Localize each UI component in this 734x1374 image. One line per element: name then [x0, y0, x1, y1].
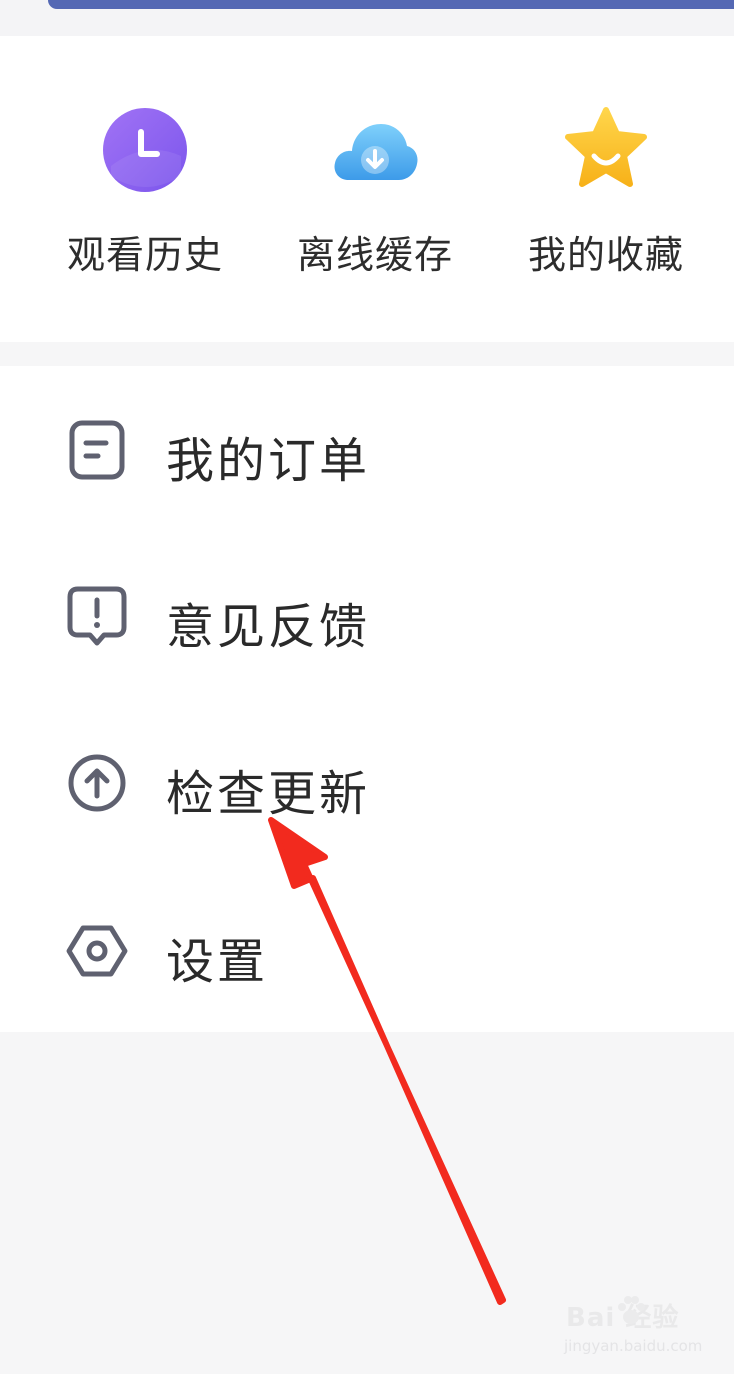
- top-banner-edge: [48, 0, 734, 9]
- star-icon: [562, 106, 650, 194]
- quick-item-watch-history[interactable]: 观看历史: [55, 106, 235, 279]
- menu-item-label: 我的订单: [166, 433, 371, 489]
- quick-access-card: 观看历史 离线缓存 我的收藏: [0, 36, 734, 342]
- quick-item-my-favorites[interactable]: 我的收藏: [516, 106, 696, 279]
- clock-icon: [101, 106, 189, 194]
- menu-item-feedback[interactable]: 意见反馈: [0, 560, 734, 670]
- top-strip: [0, 0, 734, 36]
- upload-arrow-icon: [66, 752, 128, 814]
- quick-item-offline-cache[interactable]: 离线缓存: [285, 106, 465, 279]
- menu-item-my-orders[interactable]: 我的订单: [0, 394, 734, 504]
- menu-item-check-update[interactable]: 检查更新: [0, 727, 734, 837]
- hexagon-settings-icon: [66, 920, 128, 982]
- order-icon: [66, 419, 128, 481]
- baidu-jingyan-watermark: Bai 经验 jingyan.baidu.com: [562, 1293, 712, 1363]
- menu-item-label: 意见反馈: [166, 599, 371, 655]
- watermark-url: jingyan.baidu.com: [564, 1337, 703, 1355]
- menu-item-label: 设置: [166, 934, 269, 990]
- paw-logo-icon: [618, 1296, 645, 1324]
- menu-item-label: 检查更新: [166, 766, 371, 822]
- menu-list: 我的订单 意见反馈 检查更新 设置: [0, 366, 734, 1032]
- cloud-download-icon: [331, 106, 419, 194]
- quick-item-label: 观看历史: [66, 233, 223, 277]
- quick-item-label: 离线缓存: [296, 233, 453, 277]
- quick-item-label: 我的收藏: [527, 233, 684, 277]
- feedback-icon: [66, 585, 128, 647]
- menu-item-settings[interactable]: 设置: [0, 895, 734, 1005]
